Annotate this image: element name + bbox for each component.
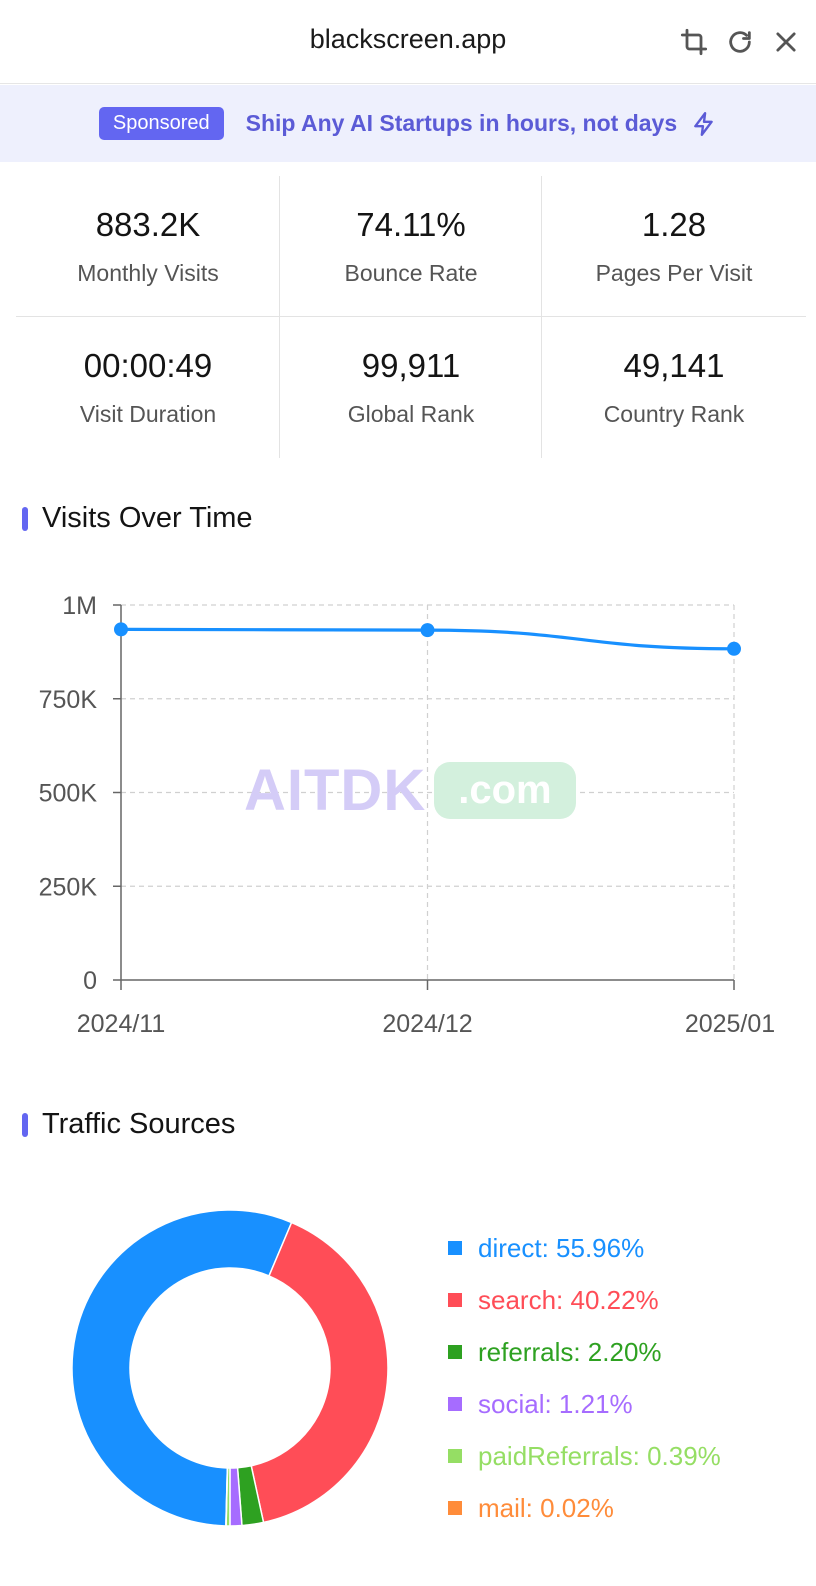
legend-swatch [448, 1241, 462, 1255]
stat-value: 74.11% [356, 206, 466, 243]
divider [279, 176, 280, 458]
legend-label: mail: 0.02% [478, 1492, 614, 1523]
x-tick-label: 2025/01 [685, 1010, 775, 1038]
legend-label: direct: 55.96% [478, 1232, 645, 1263]
divider [16, 316, 806, 317]
y-tick-label: 250K [39, 873, 98, 901]
sponsored-badge: Sponsored [98, 107, 224, 140]
legend-label: social: 1.21% [478, 1388, 633, 1419]
legend-label: search: 40.22% [478, 1284, 659, 1315]
stat-label: Monthly Visits [77, 260, 219, 286]
stat-label: Pages Per Visit [595, 260, 753, 286]
stat-visit-duration: 00:00:49 Visit Duration [16, 317, 280, 458]
stat-country-rank: 49,141 Country Rank [542, 317, 806, 458]
legend-item-paid-referrals[interactable]: paidReferrals: 0.39% [448, 1430, 721, 1482]
close-icon[interactable] [770, 26, 802, 58]
stat-value: 99,911 [361, 347, 461, 384]
stat-label: Bounce Rate [344, 260, 478, 286]
crop-icon[interactable] [678, 26, 710, 58]
y-tick-label: 500K [39, 780, 98, 808]
watermark-suffix: .com [434, 761, 576, 819]
legend-swatch [448, 1293, 462, 1307]
section-accent-bar [22, 1112, 28, 1137]
sponsored-link[interactable]: Ship Any AI Startups in hours, not days [246, 110, 718, 137]
stat-label: Country Rank [603, 401, 745, 427]
traffic-donut-chart [70, 1208, 390, 1528]
stat-value: 49,141 [623, 347, 725, 384]
traffic-section-title: Traffic Sources [22, 1108, 235, 1141]
legend-swatch [448, 1449, 462, 1463]
data-point [114, 622, 128, 637]
y-tick-label: 1M [62, 592, 97, 620]
stat-pages-per-visit: 1.28 Pages Per Visit [542, 176, 806, 317]
title-bar: blackscreen.app [0, 0, 816, 84]
legend-item-direct[interactable]: direct: 55.96% [448, 1222, 721, 1274]
stats-grid: 883.2K Monthly Visits 74.11% Bounce Rate… [16, 176, 816, 458]
legend-label: referrals: 2.20% [478, 1336, 662, 1367]
data-point [727, 641, 741, 656]
divider [541, 176, 542, 458]
stat-label: Global Rank [347, 401, 475, 427]
visits-section-title: Visits Over Time [22, 502, 253, 535]
stat-monthly-visits: 883.2K Monthly Visits [16, 176, 280, 317]
watermark-text: AITDK [244, 757, 427, 823]
stat-bounce-rate: 74.11% Bounce Rate [279, 176, 543, 317]
sponsored-banner: Sponsored Ship Any AI Startups in hours,… [0, 85, 816, 162]
stat-value: 883.2K [95, 206, 201, 243]
section-title-text: Traffic Sources [42, 1108, 236, 1140]
y-tick-label: 0 [83, 967, 97, 995]
traffic-donut-svg [71, 1209, 389, 1527]
stat-global-rank: 99,911 Global Rank [279, 317, 543, 458]
stat-label: Visit Duration [79, 401, 217, 427]
sponsored-link-text: Ship Any AI Startups in hours, not days [245, 110, 678, 136]
watermark: AITDK .com [244, 757, 576, 823]
stat-value: 1.28 [641, 206, 707, 243]
legend-item-search[interactable]: search: 40.22% [448, 1274, 721, 1326]
legend-swatch [448, 1345, 462, 1359]
stat-value: 00:00:49 [83, 347, 213, 384]
legend-label: paidReferrals: 0.39% [478, 1440, 721, 1471]
section-accent-bar [22, 506, 28, 531]
legend-swatch [448, 1501, 462, 1515]
legend-item-mail[interactable]: mail: 0.02% [448, 1482, 721, 1534]
legend-item-social[interactable]: social: 1.21% [448, 1378, 721, 1430]
section-title-text: Visits Over Time [42, 502, 253, 534]
x-tick-label: 2024/11 [77, 1010, 166, 1038]
legend-swatch [448, 1397, 462, 1411]
traffic-legend: direct: 55.96% search: 40.22% referrals:… [448, 1222, 721, 1534]
lightning-icon [694, 111, 713, 136]
refresh-icon[interactable] [724, 26, 756, 58]
data-point [420, 623, 435, 638]
y-tick-label: 750K [39, 686, 98, 714]
legend-item-referrals[interactable]: referrals: 2.20% [448, 1326, 721, 1378]
x-tick-label: 2024/12 [382, 1010, 472, 1038]
